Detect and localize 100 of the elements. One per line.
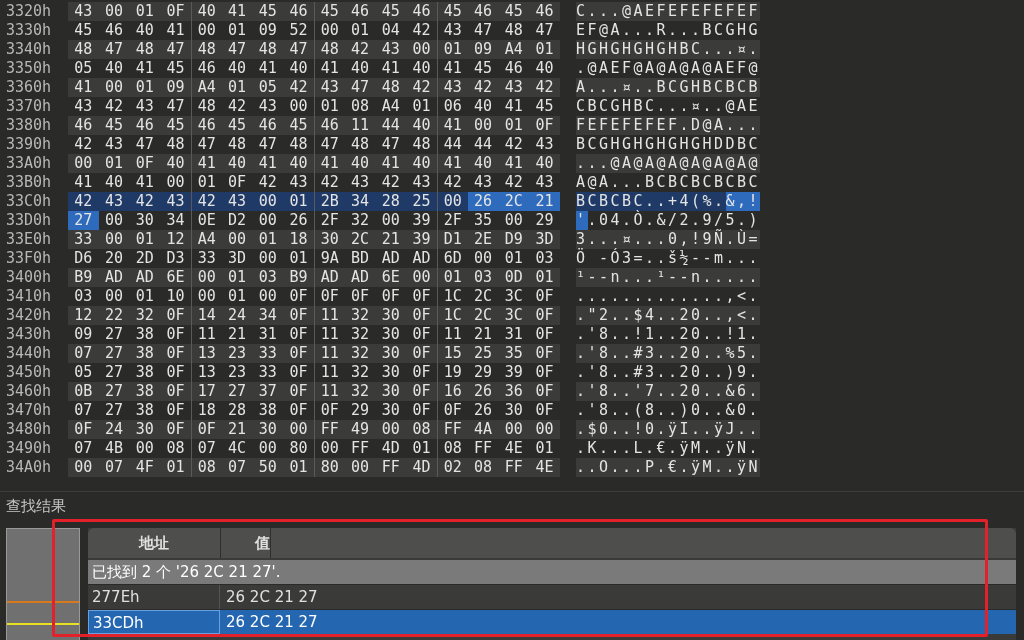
- hex-byte[interactable]: 0F: [529, 382, 560, 401]
- hex-byte[interactable]: 08: [191, 458, 222, 477]
- hex-byte[interactable]: 38: [129, 344, 161, 363]
- hex-byte[interactable]: A4: [191, 78, 222, 97]
- hex-byte[interactable]: 01: [344, 21, 376, 40]
- hex-byte[interactable]: 41: [437, 154, 468, 173]
- hex-byte[interactable]: 42: [406, 21, 437, 40]
- hex-byte[interactable]: 47: [467, 21, 499, 40]
- hex-byte[interactable]: 0F: [406, 306, 437, 325]
- hex-byte[interactable]: 01: [252, 230, 284, 249]
- hex-byte[interactable]: 38: [129, 325, 161, 344]
- hex-byte[interactable]: 32: [344, 325, 376, 344]
- hex-byte[interactable]: 12: [68, 306, 99, 325]
- hex-byte[interactable]: 29: [344, 401, 376, 420]
- hex-byte[interactable]: 09: [252, 21, 284, 40]
- hex-byte[interactable]: 44: [467, 135, 499, 154]
- hex-byte[interactable]: 4D: [375, 439, 407, 458]
- hex-byte[interactable]: 01: [129, 2, 161, 21]
- hex-byte[interactable]: 00: [406, 40, 437, 59]
- hex-byte[interactable]: 40: [98, 173, 130, 192]
- hex-byte[interactable]: 01: [406, 439, 437, 458]
- hex-byte[interactable]: 40: [467, 154, 499, 173]
- hex-byte[interactable]: 41: [160, 21, 191, 40]
- hex-byte[interactable]: 09: [160, 78, 191, 97]
- hex-byte[interactable]: 43: [498, 78, 530, 97]
- hex-byte[interactable]: 00: [98, 2, 130, 21]
- hex-byte[interactable]: 44: [375, 116, 407, 135]
- hex-byte[interactable]: 1C: [437, 306, 468, 325]
- hex-byte[interactable]: 41: [68, 78, 99, 97]
- hex-byte[interactable]: 45: [314, 2, 345, 21]
- hex-byte[interactable]: 40: [344, 154, 376, 173]
- hex-byte[interactable]: 0F: [160, 363, 191, 382]
- column-header[interactable]: 值: [221, 528, 271, 558]
- hex-byte[interactable]: 07: [68, 401, 99, 420]
- hex-byte[interactable]: 42: [498, 135, 530, 154]
- result-row[interactable]: 33CDh 26 2C 21 27: [88, 609, 1016, 634]
- hex-byte[interactable]: 41: [498, 97, 530, 116]
- hex-byte[interactable]: 34: [252, 306, 284, 325]
- hex-byte[interactable]: 46: [98, 21, 130, 40]
- hex-byte[interactable]: 48: [160, 135, 191, 154]
- hex-byte[interactable]: 25: [406, 192, 437, 211]
- hex-byte[interactable]: 32: [344, 382, 376, 401]
- hex-byte[interactable]: 15: [437, 344, 468, 363]
- hex-byte[interactable]: 48: [283, 135, 314, 154]
- hex-byte[interactable]: BD: [344, 249, 376, 268]
- hex-byte[interactable]: 3D: [529, 230, 560, 249]
- hex-byte[interactable]: 40: [406, 59, 437, 78]
- hex-byte[interactable]: 08: [344, 97, 376, 116]
- hex-byte[interactable]: 40: [191, 2, 222, 21]
- hex-byte[interactable]: 0F: [283, 287, 314, 306]
- hex-byte[interactable]: 30: [252, 420, 284, 439]
- hex-byte[interactable]: 40: [344, 59, 376, 78]
- hex-byte[interactable]: 34: [344, 192, 376, 211]
- hex-byte[interactable]: 48: [191, 40, 222, 59]
- hex-byte[interactable]: 00: [98, 287, 130, 306]
- hex-byte[interactable]: 07: [68, 439, 99, 458]
- hex-byte[interactable]: 01: [529, 439, 560, 458]
- hex-byte[interactable]: 08: [406, 420, 437, 439]
- hex-byte[interactable]: 40: [529, 59, 560, 78]
- hex-byte[interactable]: 01: [129, 78, 161, 97]
- hex-byte[interactable]: AD: [98, 268, 130, 287]
- hex-byte[interactable]: 41: [252, 154, 284, 173]
- hex-byte[interactable]: 45: [68, 21, 99, 40]
- hex-byte[interactable]: 01: [221, 21, 253, 40]
- hex-byte[interactable]: 41: [129, 173, 161, 192]
- hex-byte[interactable]: 48: [221, 135, 253, 154]
- hex-byte[interactable]: 43: [467, 173, 499, 192]
- hex-byte[interactable]: 0F: [160, 2, 191, 21]
- hex-byte[interactable]: 2C: [467, 287, 499, 306]
- hex-byte[interactable]: 23: [221, 363, 253, 382]
- hex-byte[interactable]: 0F: [406, 287, 437, 306]
- hex-byte[interactable]: 01: [283, 458, 314, 477]
- hex-byte[interactable]: 40: [406, 154, 437, 173]
- hex-byte[interactable]: 41: [498, 154, 530, 173]
- hex-byte[interactable]: AD: [375, 249, 407, 268]
- hex-byte[interactable]: 31: [252, 325, 284, 344]
- hex-byte[interactable]: 47: [160, 97, 191, 116]
- hex-byte[interactable]: 00: [437, 192, 468, 211]
- hex-byte[interactable]: 47: [529, 21, 560, 40]
- hex-byte[interactable]: 0F: [406, 325, 437, 344]
- hex-byte[interactable]: 39: [498, 363, 530, 382]
- hex-byte[interactable]: 0F: [191, 420, 222, 439]
- hex-byte[interactable]: 33: [252, 344, 284, 363]
- hex-byte[interactable]: 42: [68, 192, 99, 211]
- hex-byte[interactable]: 07: [68, 344, 99, 363]
- hex-byte[interactable]: 01: [221, 268, 253, 287]
- hex-byte[interactable]: D1: [437, 230, 468, 249]
- hex-byte[interactable]: D9: [498, 230, 530, 249]
- hex-byte[interactable]: 03: [467, 268, 499, 287]
- hex-byte[interactable]: 00: [98, 230, 130, 249]
- hex-byte[interactable]: 07: [98, 458, 130, 477]
- hex-byte[interactable]: 01: [437, 40, 468, 59]
- hex-byte[interactable]: 4B: [98, 439, 130, 458]
- hex-byte[interactable]: 31: [498, 325, 530, 344]
- hex-byte[interactable]: 42: [498, 173, 530, 192]
- hex-byte[interactable]: 21: [375, 230, 407, 249]
- hex-byte[interactable]: 30: [314, 230, 345, 249]
- hex-byte[interactable]: 4D: [406, 458, 437, 477]
- hex-byte[interactable]: 18: [283, 230, 314, 249]
- hex-byte[interactable]: 42: [129, 192, 161, 211]
